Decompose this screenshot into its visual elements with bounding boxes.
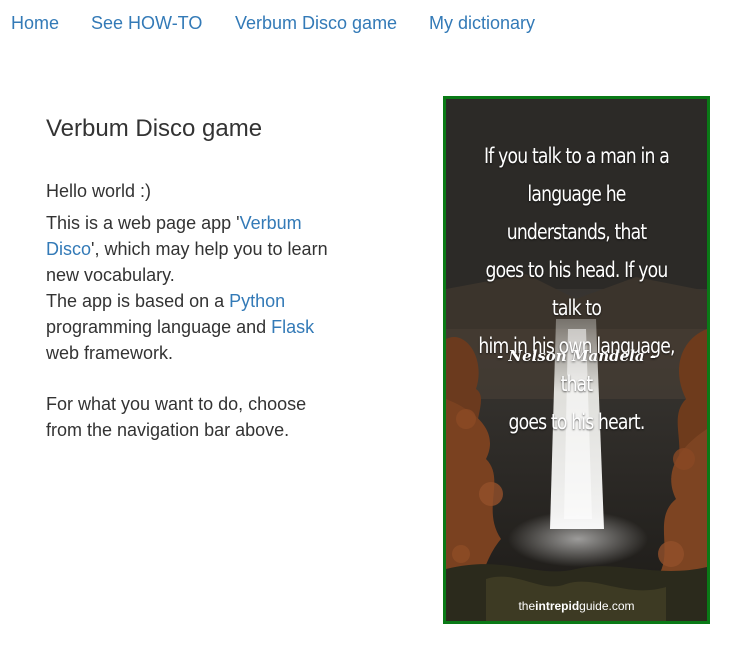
intro-text-before: This is a web page app ' [46,213,240,233]
quote-line: If you talk to a man in a [483,144,670,168]
nelson-mandela-quote-image: If you talk to a man in a language he un… [443,96,710,624]
watermark-suffix: guide.com [579,599,635,613]
quote-line: goes to his heart. [508,410,645,434]
quote-text: If you talk to a man in a language he un… [478,137,675,441]
quote-author: - Nelson Mandela - [496,347,657,365]
page-title: Verbum Disco game [46,115,263,142]
main-content: Verbum Disco game Hello world :) This is… [46,114,346,443]
nav-link-my-dictionary[interactable]: My dictionary [429,12,535,34]
python-link[interactable]: Python [229,291,285,311]
based-text-after: web framework. [46,343,174,363]
watermark-bold: intrepid [535,599,580,613]
nav-link-home[interactable]: Home [11,12,59,34]
quote-line: language he understands, that [506,182,647,244]
intro-paragraph: This is a web page app 'Verbum Disco', w… [46,210,346,366]
flask-link[interactable]: Flask [271,317,314,337]
instructions-text: For what you want to do, choose from the… [46,394,307,440]
based-text-middle: programming language and [46,317,272,337]
quote-line: goes to his head. If you talk to [485,258,669,320]
nav-link-verbum-disco-game[interactable]: Verbum Disco game [235,12,397,34]
image-watermark: theintrepidguide.com [446,599,707,613]
greeting-text: Hello world :) [46,181,152,201]
watermark-prefix: the [518,599,536,613]
top-navigation-bar: Home See HOW-TO Verbum Disco game My dic… [0,0,756,46]
based-text-before: The app is based on a [46,291,230,311]
nav-link-see-how-to[interactable]: See HOW-TO [91,12,202,34]
